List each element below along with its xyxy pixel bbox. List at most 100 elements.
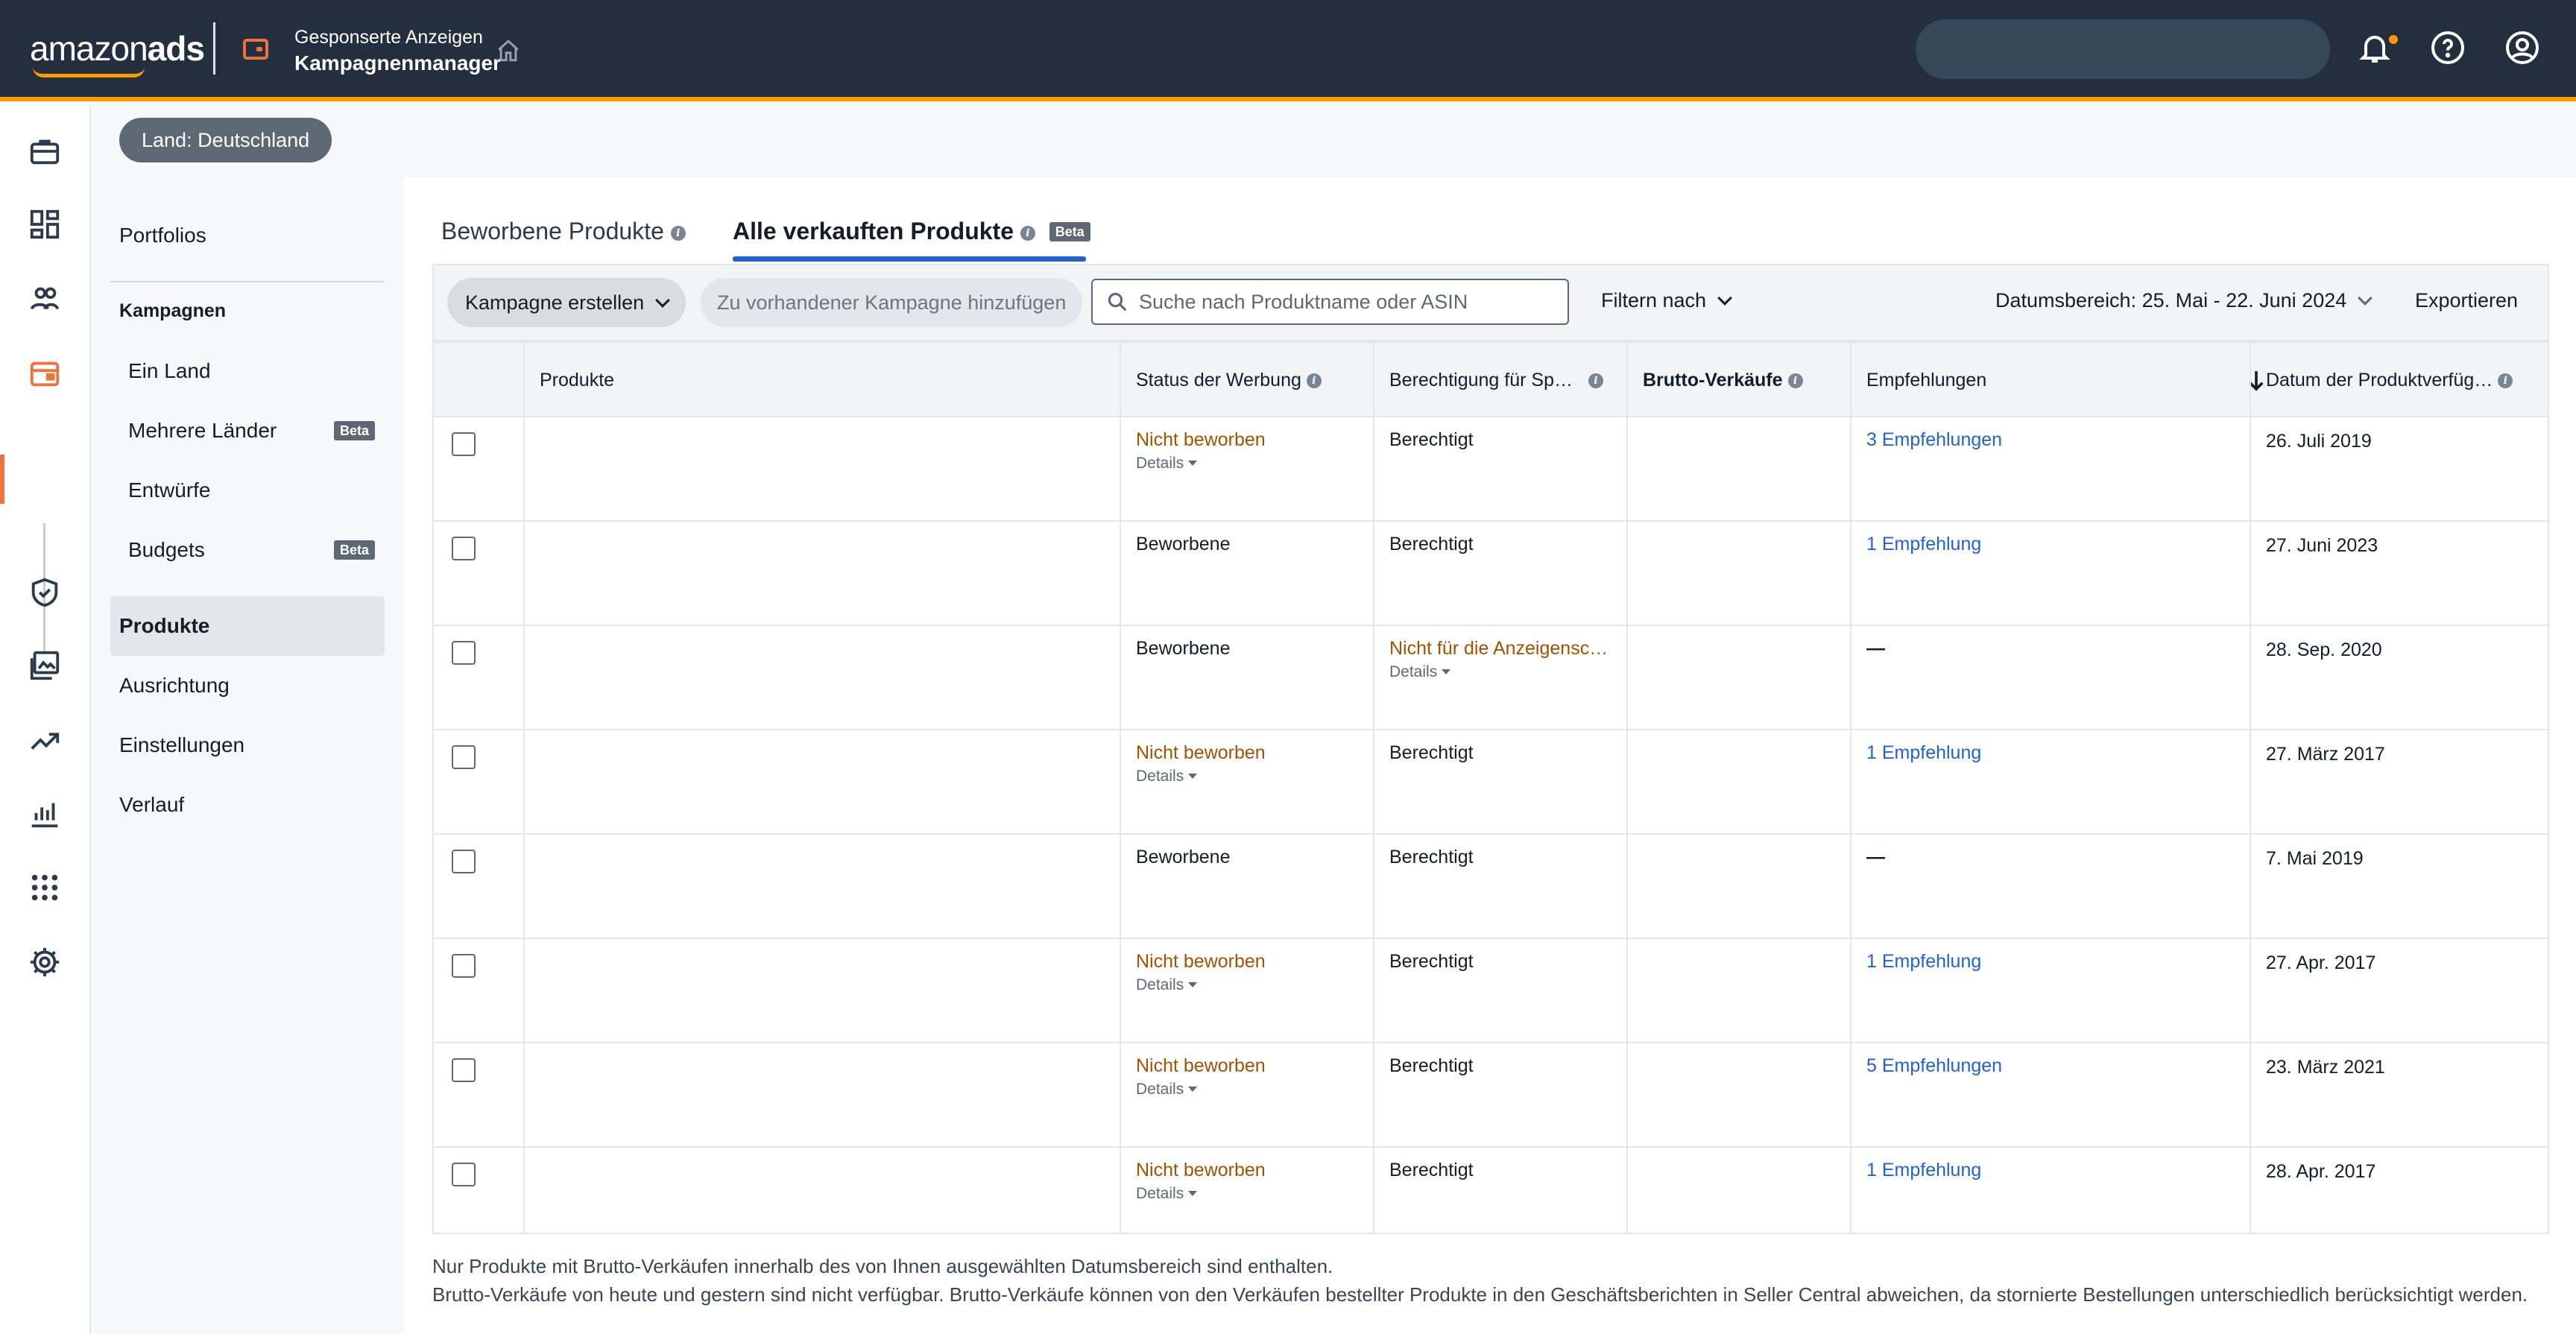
footnote-line: Nur Produkte mit Brutto-Verkäufen innerh… [432, 1255, 1333, 1277]
details-dropdown[interactable]: Details [1136, 768, 1197, 785]
tab-advertised-products[interactable]: Beworbene Produkte i [441, 218, 686, 245]
row-select-checkbox[interactable] [452, 432, 476, 456]
info-icon[interactable]: i [1020, 225, 1035, 241]
beta-badge: Beta [334, 421, 376, 440]
details-dropdown[interactable]: Details [1136, 455, 1197, 472]
row-select-checkbox[interactable] [452, 537, 476, 560]
settings-gear-icon[interactable] [28, 945, 62, 979]
date-range-label: Datumsbereich: 25. Mai - 22. Juni 2024 [1995, 289, 2347, 312]
ad-status-value: Beworbene [1136, 847, 1231, 867]
user-account-icon[interactable] [2504, 30, 2540, 66]
nav-drafts[interactable]: Entwürfe [128, 478, 211, 502]
table-row: Beworbene Berechtigt 1 Empfehlung 27. Juni … [434, 522, 2548, 626]
product-search-input[interactable] [1139, 286, 1556, 317]
rail-active-indicator [0, 455, 4, 504]
nav-campaigns-heading[interactable]: Kampagnen [119, 300, 226, 322]
ad-status-value: Nicht beworben [1136, 1055, 1266, 1076]
column-header-ad-status[interactable]: Status der Werbung i [1136, 370, 1322, 391]
row-select-checkbox[interactable] [452, 1058, 476, 1082]
eligibility-value: Berechtigt [1389, 951, 1474, 972]
info-icon[interactable]: i [2498, 373, 2513, 389]
row-select-checkbox[interactable] [452, 641, 476, 665]
details-dropdown[interactable]: Details [1136, 1081, 1197, 1099]
column-header-availability-date[interactable]: Datum der Produktverfüg… i [2266, 370, 2513, 391]
nav-history[interactable]: Verlauf [119, 793, 184, 817]
recommendations-link[interactable]: 1 Empfehlung [1866, 534, 1981, 555]
nav-products[interactable]: Produkte [119, 614, 209, 638]
row-select-checkbox[interactable] [452, 745, 476, 769]
table-footnotes: Nur Produkte mit Brutto-Verkäufen innerh… [432, 1252, 2549, 1309]
trend-icon[interactable] [28, 723, 62, 757]
column-header-products[interactable]: Produkte [540, 370, 614, 391]
filter-by-button[interactable]: Filtern nach [1601, 289, 1732, 312]
amazon-ads-logo[interactable]: amazonads [30, 28, 205, 69]
recommendations-link[interactable]: 1 Empfehlung [1866, 742, 1981, 764]
create-campaign-button[interactable]: Kampagne erstellen [447, 278, 686, 327]
audience-icon[interactable] [28, 282, 62, 316]
date-range-picker[interactable]: Datumsbereich: 25. Mai - 22. Juni 2024 [1995, 289, 2373, 312]
shield-icon[interactable] [28, 575, 62, 610]
eligibility-value: Berechtigt [1389, 847, 1474, 867]
table-row: Nicht beworben Details Berechtigt 1 Empfehl… [434, 939, 2548, 1043]
briefcase-icon[interactable] [28, 134, 62, 168]
creative-gallery-icon[interactable] [28, 648, 62, 683]
nav-multiple-countries[interactable]: Mehrere Länder [128, 419, 277, 443]
info-icon[interactable]: i [1787, 373, 1803, 389]
nav-settings[interactable]: Einstellungen [119, 733, 244, 757]
filter-by-label: Filtern nach [1601, 289, 1707, 312]
recommendations-link[interactable]: 1 Empfehlung [1866, 951, 1981, 973]
reports-icon[interactable] [28, 796, 62, 830]
info-icon[interactable]: i [1306, 373, 1322, 389]
eligibility-value: Berechtigt [1389, 1160, 1474, 1180]
nav-one-country[interactable]: Ein Land [128, 359, 211, 383]
eligibility-value: Berechtigt [1389, 1055, 1474, 1076]
ad-status-value: Beworbene [1136, 638, 1231, 659]
help-icon[interactable] [2430, 30, 2466, 66]
table-row: Nicht beworben Details Berechtigt 3 Empfehl… [434, 417, 2548, 522]
ad-status-value: Nicht beworben [1136, 1160, 1266, 1180]
nav-targeting[interactable]: Ausrichtung [119, 674, 230, 698]
global-search-input[interactable] [1916, 19, 2330, 79]
info-icon[interactable]: i [1588, 373, 1603, 389]
column-header-recommendations[interactable]: Empfehlungen [1866, 370, 1986, 391]
export-button[interactable]: Exportieren [2415, 289, 2518, 312]
product-search-field[interactable] [1091, 279, 1569, 325]
tab-all-sold-products[interactable]: Alle verkauften Produkte i Beta [733, 218, 1090, 245]
recommendations-empty: — [1866, 847, 1885, 867]
chevron-down-icon [2358, 291, 2373, 306]
recommendations-empty: — [1866, 638, 1885, 659]
bell-icon[interactable] [2357, 30, 2393, 66]
table-row: Nicht beworben Details Berechtigt 1 Empfehl… [434, 730, 2548, 835]
recommendations-link[interactable]: 1 Empfehlung [1866, 1160, 1981, 1181]
row-select-checkbox[interactable] [452, 850, 476, 873]
top-bar: amazonads Gesponserte Anzeigen Kampagnen… [0, 0, 2576, 101]
campaign-manager-icon[interactable] [28, 356, 62, 391]
availability-date-value: 27. Apr. 2017 [2266, 952, 2376, 973]
home-icon[interactable] [495, 38, 522, 63]
details-dropdown[interactable]: Details [1136, 976, 1197, 994]
row-select-checkbox[interactable] [452, 1163, 476, 1186]
chevron-down-icon [1717, 291, 1732, 306]
chevron-down-icon [655, 293, 671, 308]
footnote-line: Brutto-Verkäufe von heute und gestern si… [432, 1283, 2528, 1306]
column-header-eligibility[interactable]: Berechtigung für Sp… i [1389, 370, 1603, 391]
eligibility-value: Nicht für die Anzeigensc… [1389, 638, 1609, 659]
country-filter-chip[interactable]: Land: Deutschland [119, 118, 332, 162]
table-header: Produkte Status der Werbung i Berechtigu… [434, 343, 2548, 417]
eligibility-value: Berechtigt [1389, 429, 1474, 450]
column-divider [2250, 343, 2251, 1233]
info-icon[interactable]: i [670, 225, 686, 241]
eligibility-value: Berechtigt [1389, 742, 1474, 763]
nav-portfolios[interactable]: Portfolios [119, 224, 206, 247]
recommendations-link[interactable]: 3 Empfehlungen [1866, 429, 2002, 451]
dashboard-icon[interactable] [28, 207, 62, 241]
apps-grid-icon[interactable] [28, 870, 62, 905]
add-to-existing-campaign-button[interactable]: Zu vorhandener Kampagne hinzufügen [701, 278, 1083, 327]
nav-budgets[interactable]: Budgets [128, 538, 205, 562]
details-dropdown[interactable]: Details [1136, 1185, 1197, 1203]
product-label: Gesponserte Anzeigen [294, 27, 483, 48]
details-dropdown[interactable]: Details [1389, 663, 1450, 681]
recommendations-link[interactable]: 5 Empfehlungen [1866, 1055, 2002, 1077]
column-header-gross-sales[interactable]: Brutto-Verkäufe i [1643, 370, 1803, 391]
row-select-checkbox[interactable] [452, 954, 476, 978]
